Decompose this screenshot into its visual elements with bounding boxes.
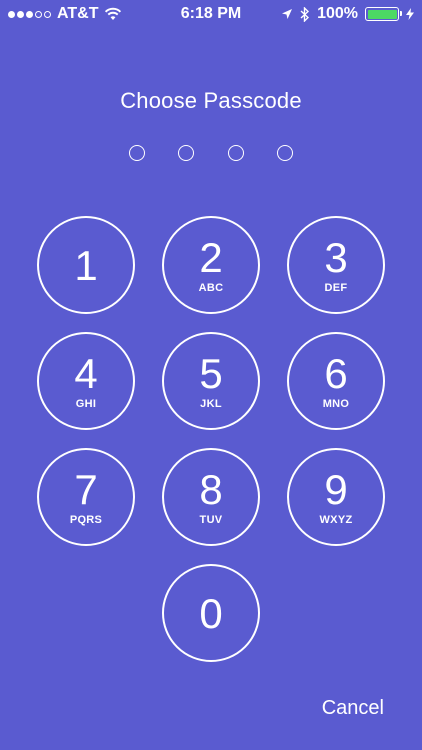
key-digit: 1 bbox=[74, 242, 98, 289]
key-digit: 9 bbox=[324, 466, 348, 513]
key-digit: 6 bbox=[324, 350, 348, 397]
key-letters: ABC bbox=[198, 282, 224, 294]
key-letters: JKL bbox=[200, 398, 222, 410]
key-8[interactable]: 8 TUV bbox=[162, 448, 260, 546]
key-9[interactable]: 9 WXYZ bbox=[287, 448, 385, 546]
key-5[interactable]: 5 JKL bbox=[162, 332, 260, 430]
key-digit: 0 bbox=[199, 590, 223, 637]
passcode-dot bbox=[277, 145, 293, 161]
key-0[interactable]: 0 bbox=[162, 564, 260, 662]
key-digit: 4 bbox=[74, 350, 98, 397]
key-letters: TUV bbox=[199, 514, 223, 526]
key-2[interactable]: 2 ABC bbox=[162, 216, 260, 314]
status-right: 100% bbox=[281, 5, 414, 23]
passcode-dot bbox=[178, 145, 194, 161]
key-letters: PQRS bbox=[69, 514, 103, 526]
battery-percent: 100% bbox=[317, 5, 358, 22]
status-bar: AT&T 6:18 PM 100% bbox=[0, 0, 422, 30]
key-digit: 8 bbox=[199, 466, 223, 513]
key-6[interactable]: 6 MNO bbox=[287, 332, 385, 430]
cancel-button[interactable]: Cancel bbox=[322, 697, 384, 720]
key-digit: 3 bbox=[324, 234, 348, 281]
page-title: Choose Passcode bbox=[120, 88, 302, 113]
location-arrow-icon bbox=[282, 9, 293, 19]
key-digit: 5 bbox=[199, 350, 223, 397]
passcode-dot bbox=[129, 145, 145, 161]
passcode-indicator bbox=[0, 145, 422, 163]
key-letters: MNO bbox=[322, 398, 350, 410]
key-letters: WXYZ bbox=[319, 514, 353, 526]
key-digit: 7 bbox=[74, 466, 98, 513]
charging-bolt-icon bbox=[406, 8, 414, 20]
bluetooth-icon bbox=[300, 6, 310, 22]
battery-icon bbox=[365, 7, 402, 21]
key-letters: DEF bbox=[324, 282, 348, 294]
battery-tip bbox=[399, 11, 402, 16]
key-1[interactable]: 1 bbox=[37, 216, 135, 314]
key-3[interactable]: 3 DEF bbox=[287, 216, 385, 314]
battery-fill bbox=[367, 9, 397, 19]
passcode-dot bbox=[228, 145, 244, 161]
key-digit: 2 bbox=[199, 234, 223, 281]
key-4[interactable]: 4 GHI bbox=[37, 332, 135, 430]
key-letters: GHI bbox=[75, 398, 97, 410]
key-7[interactable]: 7 PQRS bbox=[37, 448, 135, 546]
